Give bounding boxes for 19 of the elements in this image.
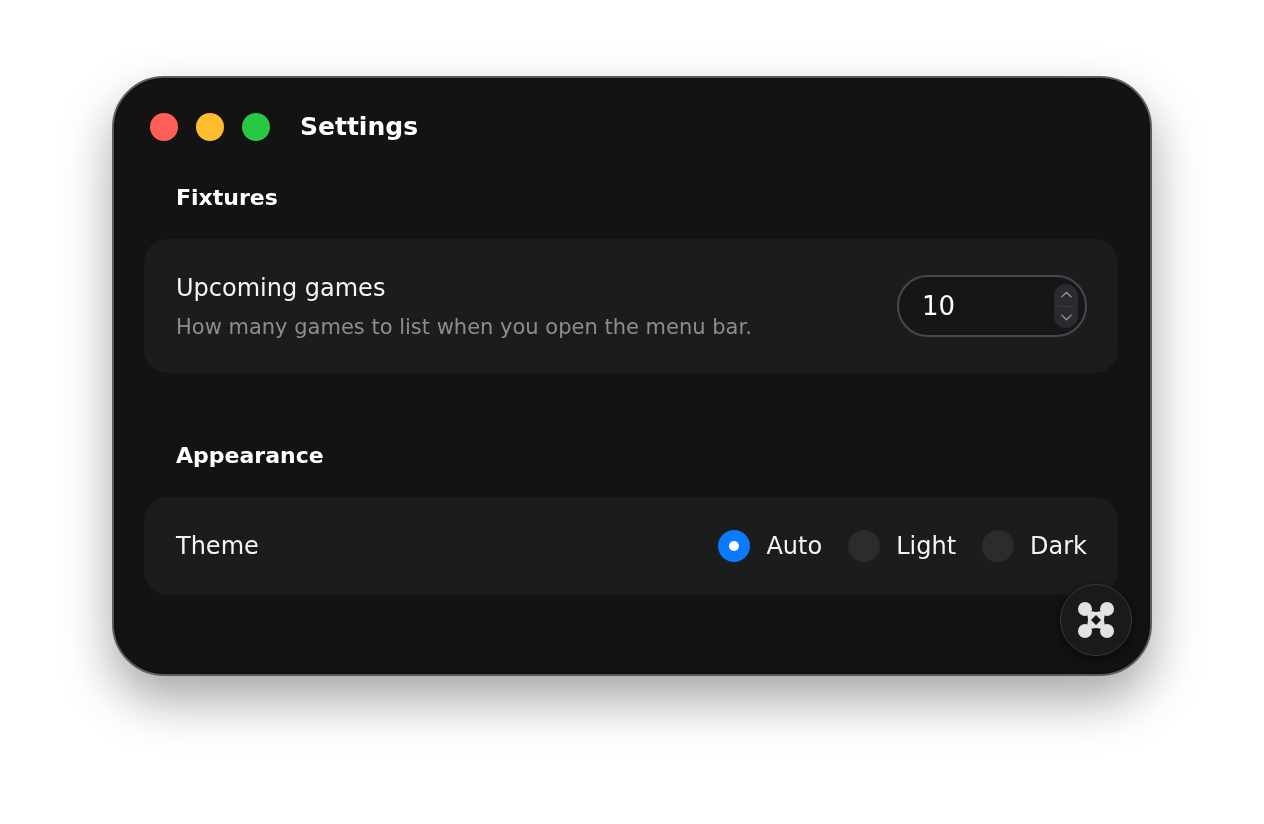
radio-label[interactable]: Dark [1030, 531, 1087, 561]
setting-label: Upcoming games [176, 272, 386, 303]
radio-button[interactable] [718, 530, 751, 562]
chevron-up-icon[interactable] [1060, 291, 1072, 299]
stepper-control[interactable] [1054, 284, 1078, 328]
setting-description: How many games to list when you open the menu bar. [176, 313, 752, 340]
chevron-down-icon[interactable] [1060, 313, 1072, 321]
section-heading: Appearance [176, 442, 324, 470]
window-title: Settings [300, 112, 418, 142]
minimize-button[interactable] [196, 113, 224, 141]
clover-icon [1078, 602, 1114, 638]
close-button[interactable] [150, 113, 178, 141]
setting-label: Theme [176, 531, 259, 561]
section-heading: Fixtures [176, 184, 278, 212]
number-field[interactable]: 10 [897, 275, 1087, 337]
radio-label[interactable]: Auto [766, 531, 823, 561]
zoom-button[interactable] [242, 113, 270, 141]
field-value: 10 [922, 291, 956, 321]
radio-label[interactable]: Light [896, 531, 957, 561]
